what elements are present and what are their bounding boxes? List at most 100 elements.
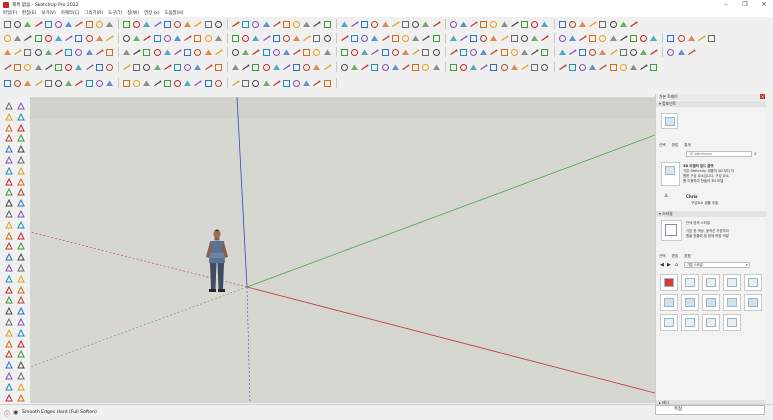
left-toolbar-tool-icon[interactable]	[16, 133, 26, 143]
chevron-down-icon[interactable]: ▾	[746, 263, 748, 267]
toolbar-tool-icon[interactable]	[95, 20, 104, 29]
toolbar-tool-icon[interactable]	[44, 34, 53, 43]
toolbar-tool-icon[interactable]	[193, 48, 202, 57]
left-toolbar-tool-icon[interactable]	[4, 360, 14, 370]
drawing-viewport[interactable]	[30, 97, 655, 403]
toolbar-tool-icon[interactable]	[558, 63, 567, 72]
toolbar-tool-icon[interactable]	[500, 63, 509, 72]
toolbar-tool-icon[interactable]	[510, 48, 519, 57]
left-toolbar-tool-icon[interactable]	[16, 166, 26, 176]
tab-statistics[interactable]: 통계	[684, 143, 691, 149]
toolbar-tool-icon[interactable]	[64, 34, 73, 43]
toolbar-tool-icon[interactable]	[350, 20, 359, 29]
toolbar-tool-icon[interactable]	[598, 63, 607, 72]
style-thumbnail[interactable]	[702, 314, 720, 331]
back-arrow-icon[interactable]: ◀	[660, 262, 664, 268]
toolbar-tool-icon[interactable]	[530, 48, 539, 57]
toolbar-tool-icon[interactable]	[262, 20, 271, 29]
left-toolbar-tool-icon[interactable]	[4, 317, 14, 327]
toolbar-tool-icon[interactable]	[282, 34, 291, 43]
toolbar-tool-icon[interactable]	[34, 34, 43, 43]
styles-panel-header[interactable]: ▾ 스타일	[656, 211, 766, 217]
left-toolbar-tool-icon[interactable]	[16, 349, 26, 359]
toolbar-tool-icon[interactable]	[153, 79, 162, 88]
style-thumbnail[interactable]	[702, 294, 720, 311]
toolbar-tool-icon[interactable]	[520, 48, 529, 57]
toolbar-tool-icon[interactable]	[241, 63, 250, 72]
left-toolbar-tool-icon[interactable]	[4, 349, 14, 359]
toolbar-tool-icon[interactable]	[370, 20, 379, 29]
toolbar-tool-icon[interactable]	[558, 48, 567, 57]
left-toolbar-tool-icon[interactable]	[4, 252, 14, 262]
menu-extensions[interactable]: 연장 (x)	[144, 10, 160, 16]
left-toolbar-tool-icon[interactable]	[4, 144, 14, 154]
toolbar-tool-icon[interactable]	[697, 34, 706, 43]
toolbar-tool-icon[interactable]	[54, 63, 63, 72]
toolbar-tool-icon[interactable]	[421, 20, 430, 29]
toolbar-tool-icon[interactable]	[540, 20, 549, 29]
toolbar-tool-icon[interactable]	[183, 63, 192, 72]
toolbar-tool-icon[interactable]	[132, 48, 141, 57]
left-toolbar-tool-icon[interactable]	[4, 339, 14, 349]
toolbar-tool-icon[interactable]	[34, 63, 43, 72]
toolbar-tool-icon[interactable]	[530, 34, 539, 43]
toolbar-tool-icon[interactable]	[231, 79, 240, 88]
toolbar-tool-icon[interactable]	[530, 20, 539, 29]
toolbar-tool-icon[interactable]	[578, 20, 587, 29]
toolbar-tool-icon[interactable]	[231, 20, 240, 29]
toolbar-tool-icon[interactable]	[469, 63, 478, 72]
style-thumbnail[interactable]	[744, 294, 762, 311]
toolbar-tool-icon[interactable]	[401, 20, 410, 29]
toolbar-tool-icon[interactable]	[95, 63, 104, 72]
toolbar-tool-icon[interactable]	[649, 34, 658, 43]
toolbar-tool-icon[interactable]	[54, 48, 63, 57]
left-toolbar-tool-icon[interactable]	[16, 328, 26, 338]
toolbar-tool-icon[interactable]	[649, 48, 658, 57]
toolbar-tool-icon[interactable]	[360, 48, 369, 57]
toolbar-tool-icon[interactable]	[520, 63, 529, 72]
left-toolbar-tool-icon[interactable]	[4, 123, 14, 133]
toolbar-tool-icon[interactable]	[153, 20, 162, 29]
style-tab-select[interactable]: 선택	[659, 254, 666, 260]
toolbar-tool-icon[interactable]	[105, 79, 114, 88]
toolbar-tool-icon[interactable]	[272, 34, 281, 43]
toolbar-tool-icon[interactable]	[370, 48, 379, 57]
toolbar-tool-icon[interactable]	[262, 34, 271, 43]
toolbar-tool-icon[interactable]	[193, 20, 202, 29]
measurements-box[interactable]: 측정	[655, 405, 765, 415]
left-toolbar-tool-icon[interactable]	[4, 263, 14, 273]
toolbar-tool-icon[interactable]	[677, 34, 686, 43]
tab-edit[interactable]: 편집	[672, 143, 679, 149]
toolbar-tool-icon[interactable]	[411, 48, 420, 57]
toolbar-tool-icon[interactable]	[381, 20, 390, 29]
toolbar-tool-icon[interactable]	[23, 48, 32, 57]
toolbar-tool-icon[interactable]	[391, 48, 400, 57]
toolbar-tool-icon[interactable]	[64, 48, 73, 57]
toolbar-tool-icon[interactable]	[350, 34, 359, 43]
toolbar-tool-icon[interactable]	[391, 20, 400, 29]
toolbar-tool-icon[interactable]	[540, 63, 549, 72]
toolbar-tool-icon[interactable]	[312, 48, 321, 57]
toolbar-tool-icon[interactable]	[649, 63, 658, 72]
toolbar-tool-icon[interactable]	[479, 34, 488, 43]
toolbar-tool-icon[interactable]	[619, 34, 628, 43]
toolbar-tool-icon[interactable]	[23, 20, 32, 29]
left-toolbar-tool-icon[interactable]	[4, 198, 14, 208]
left-toolbar-tool-icon[interactable]	[4, 285, 14, 295]
toolbar-tool-icon[interactable]	[598, 20, 607, 29]
toolbar-tool-icon[interactable]	[323, 20, 332, 29]
toolbar-tool-icon[interactable]	[510, 20, 519, 29]
toolbar-tool-icon[interactable]	[520, 20, 529, 29]
toolbar-tool-icon[interactable]	[241, 20, 250, 29]
toolbar-tool-icon[interactable]	[282, 20, 291, 29]
toolbar-tool-icon[interactable]	[609, 63, 618, 72]
left-toolbar-tool-icon[interactable]	[16, 317, 26, 327]
style-thumbnail[interactable]	[681, 274, 699, 291]
toolbar-tool-icon[interactable]	[619, 63, 628, 72]
toolbar-tool-icon[interactable]	[251, 63, 260, 72]
toolbar-tool-icon[interactable]	[479, 48, 488, 57]
toolbar-tool-icon[interactable]	[568, 20, 577, 29]
warehouse-search-input[interactable]: 3D Warehouse	[686, 151, 752, 157]
toolbar-tool-icon[interactable]	[272, 20, 281, 29]
toolbar-tool-icon[interactable]	[44, 20, 53, 29]
